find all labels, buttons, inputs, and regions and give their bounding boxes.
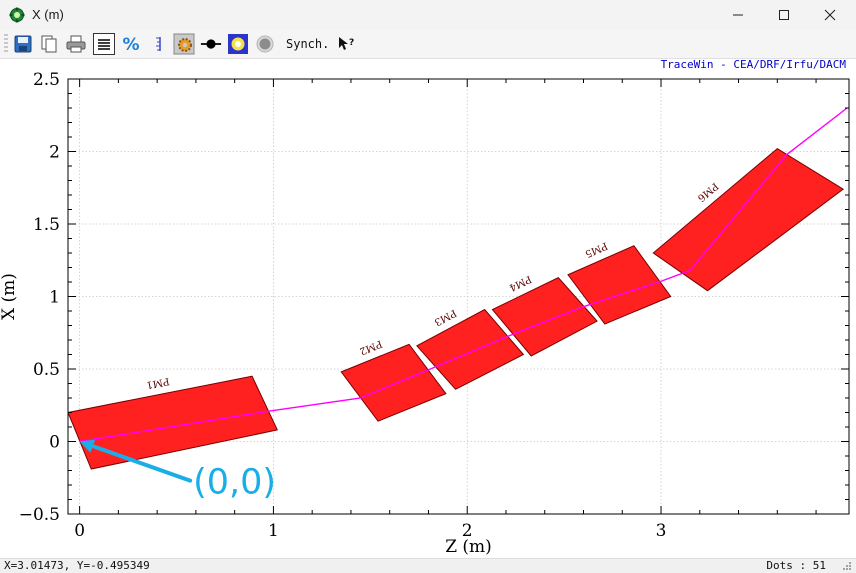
y-tick-label: 1 [49, 288, 60, 308]
size-grip-icon[interactable] [842, 561, 852, 571]
y-tick-label: 0 [49, 433, 60, 453]
maximize-icon [779, 10, 789, 20]
save-button[interactable] [12, 33, 34, 55]
floppy-disk-icon [14, 35, 32, 53]
copy-icon [41, 35, 57, 53]
printer-icon [66, 35, 86, 53]
x-tick-label: 3 [656, 521, 667, 541]
y-tick-label: 2 [49, 143, 60, 163]
close-icon [824, 9, 836, 21]
ruler-button[interactable] [147, 33, 169, 55]
credit-label: TraceWin - CEA/DRF/Irfu/DACM [661, 58, 847, 71]
synch-button[interactable]: Synch. [286, 37, 329, 51]
app-icon [9, 7, 25, 23]
x-tick-label: 1 [268, 521, 279, 541]
y-tick-label: −0.5 [19, 505, 60, 525]
beamline-element-icon [200, 39, 222, 49]
y-axis-label: X (m) [0, 273, 19, 320]
cursor-coordinates: X=3.01473, Y=-0.495349 [4, 559, 150, 572]
title-bar: X (m) [0, 0, 856, 30]
print-button[interactable] [65, 33, 87, 55]
svg-text:%: % [122, 35, 139, 54]
x-tick-label: 0 [74, 521, 85, 541]
help-button[interactable]: ? [334, 33, 356, 55]
percent-button[interactable]: % [120, 33, 142, 55]
gear-icon [173, 33, 195, 55]
ruler-icon [156, 37, 161, 51]
plot-area: TraceWin - CEA/DRF/Irfu/DACM PM1PM2PM3PM… [0, 58, 850, 557]
dots-count: Dots : 51 [766, 559, 826, 572]
close-button[interactable] [807, 0, 853, 30]
minimize-icon [733, 14, 743, 16]
text-lines-icon [98, 39, 110, 50]
record-button[interactable] [254, 33, 276, 55]
maximize-button[interactable] [761, 0, 807, 30]
percent-icon: % [122, 35, 139, 54]
element-button[interactable] [200, 33, 222, 55]
y-tick-label: 2.5 [33, 70, 60, 90]
circle-icon [256, 35, 274, 53]
window-title: X (m) [32, 7, 64, 22]
settings-button[interactable] [173, 33, 195, 55]
y-tick-label: 1.5 [33, 215, 60, 235]
toolbar-grip [4, 34, 8, 54]
beam-spot-button[interactable] [227, 33, 249, 55]
text-list-button[interactable] [93, 33, 115, 55]
beam-spot-icon [228, 34, 248, 54]
svg-text:?: ? [349, 38, 354, 48]
y-tick-label: 0.5 [33, 360, 60, 380]
copy-button[interactable] [38, 33, 60, 55]
x-axis-label: Z (m) [445, 537, 492, 557]
minimize-button[interactable] [715, 0, 761, 30]
annotation-text: (0,0) [193, 463, 276, 503]
help-pointer-icon: ? [339, 37, 354, 50]
